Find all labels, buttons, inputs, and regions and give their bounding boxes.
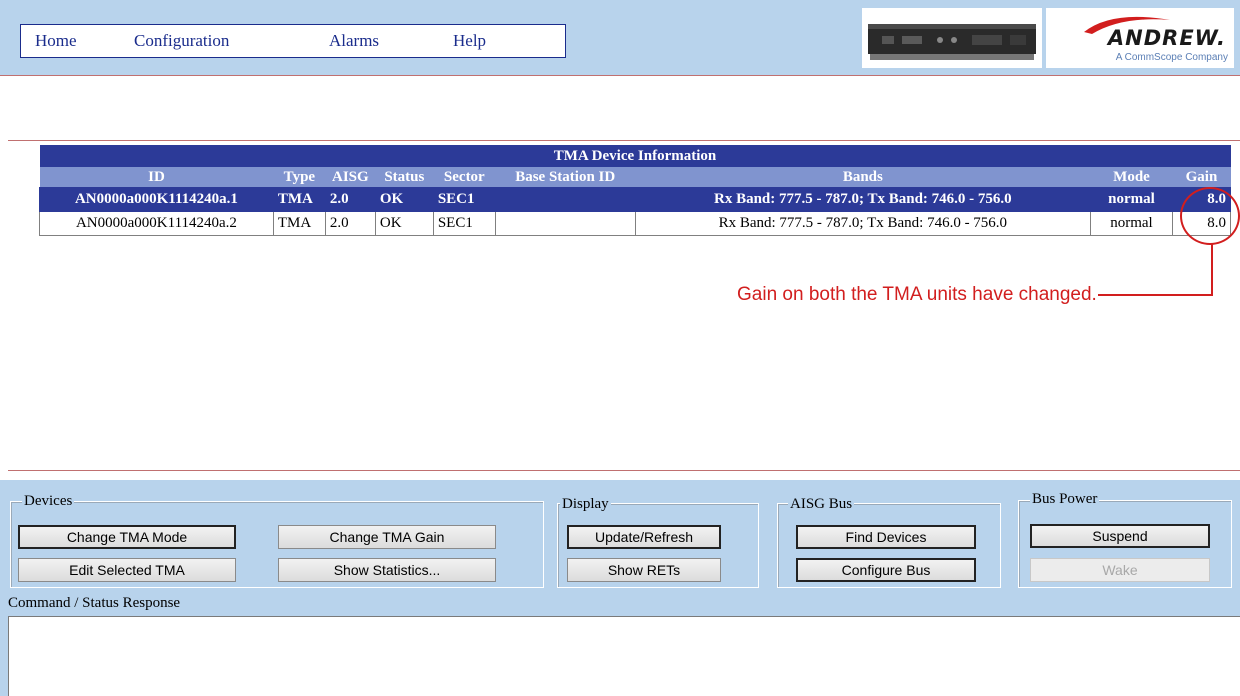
find-devices-button[interactable]: Find Devices	[796, 525, 976, 549]
table-row-selected[interactable]: AN0000a000K1114240a.1 TMA 2.0 OK SEC1 Rx…	[39, 187, 1232, 212]
cell-id: AN0000a000K1114240a.2	[39, 211, 274, 236]
cell-status: OK	[374, 211, 434, 236]
status-response-area[interactable]	[8, 616, 1240, 696]
cell-bands: Rx Band: 777.5 - 787.0; Tx Band: 746.0 -…	[634, 187, 1092, 212]
callout-line-horizontal	[1098, 294, 1213, 296]
cell-type: TMA	[272, 211, 326, 236]
display-group-label: Display	[560, 496, 611, 512]
cell-aisg: 2.0	[324, 211, 376, 236]
col-header-id[interactable]: ID	[39, 167, 274, 188]
tma-device-table: TMA Device Information ID Type AISG Stat…	[39, 145, 1232, 236]
top-bar: Home Configuration Alarms Help ANDREW. A…	[0, 0, 1240, 76]
separator-top	[8, 140, 1240, 141]
cell-bands: Rx Band: 777.5 - 787.0; Tx Band: 746.0 -…	[634, 211, 1092, 236]
status-response-label: Command / Status Response	[8, 595, 181, 611]
gain-highlight-circle	[1180, 187, 1240, 245]
cell-sector: SEC1	[432, 187, 496, 212]
configure-bus-button[interactable]: Configure Bus	[796, 558, 976, 582]
cell-base-station-id	[494, 187, 636, 212]
edit-selected-tma-button[interactable]: Edit Selected TMA	[18, 558, 236, 582]
nav-home[interactable]: Home	[35, 31, 77, 51]
col-header-bands[interactable]: Bands	[635, 167, 1091, 188]
change-tma-mode-button[interactable]: Change TMA Mode	[18, 525, 236, 549]
update-refresh-button[interactable]: Update/Refresh	[567, 525, 721, 549]
table-row[interactable]: AN0000a000K1114240a.2 TMA 2.0 OK SEC1 Rx…	[39, 211, 1232, 236]
bus-power-group-label: Bus Power	[1030, 491, 1100, 507]
nav-help[interactable]: Help	[453, 31, 486, 51]
cell-status: OK	[374, 187, 434, 212]
callout-line-vertical	[1211, 244, 1213, 296]
separator-bottom	[8, 470, 1240, 471]
andrew-logo: ANDREW. A CommScope Company	[1046, 8, 1234, 68]
nav-menu: Home Configuration Alarms Help	[20, 24, 566, 58]
col-header-mode[interactable]: Mode	[1090, 167, 1173, 188]
annotation-text: Gain on both the TMA units have changed.	[737, 284, 1097, 305]
show-statistics-button[interactable]: Show Statistics...	[278, 558, 496, 582]
aisg-bus-group-label: AISG Bus	[788, 496, 855, 512]
cell-id: AN0000a000K1114240a.1	[39, 187, 274, 212]
col-header-status[interactable]: Status	[375, 167, 434, 188]
cell-type: TMA	[272, 187, 326, 212]
change-tma-gain-button[interactable]: Change TMA Gain	[278, 525, 496, 549]
device-image	[862, 8, 1042, 68]
devices-group-label: Devices	[22, 493, 75, 509]
col-header-gain[interactable]: Gain	[1172, 167, 1231, 188]
cell-base-station-id	[494, 211, 636, 236]
cell-aisg: 2.0	[324, 187, 376, 212]
cell-mode: normal	[1090, 187, 1173, 212]
nav-configuration[interactable]: Configuration	[134, 31, 229, 51]
cell-sector: SEC1	[432, 211, 496, 236]
nav-alarms[interactable]: Alarms	[329, 31, 379, 51]
show-rets-button[interactable]: Show RETs	[567, 558, 721, 582]
col-header-base-station-id[interactable]: Base Station ID	[495, 167, 636, 188]
logo-tagline: A CommScope Company	[1115, 52, 1228, 63]
col-header-type[interactable]: Type	[273, 167, 326, 188]
cell-mode: normal	[1090, 211, 1173, 236]
logo-name: ANDREW.	[1107, 26, 1226, 50]
table-title: TMA Device Information	[39, 145, 1231, 167]
col-header-aisg[interactable]: AISG	[325, 167, 376, 188]
col-header-sector[interactable]: Sector	[433, 167, 496, 188]
wake-button[interactable]: Wake	[1030, 558, 1210, 582]
suspend-button[interactable]: Suspend	[1030, 524, 1210, 548]
